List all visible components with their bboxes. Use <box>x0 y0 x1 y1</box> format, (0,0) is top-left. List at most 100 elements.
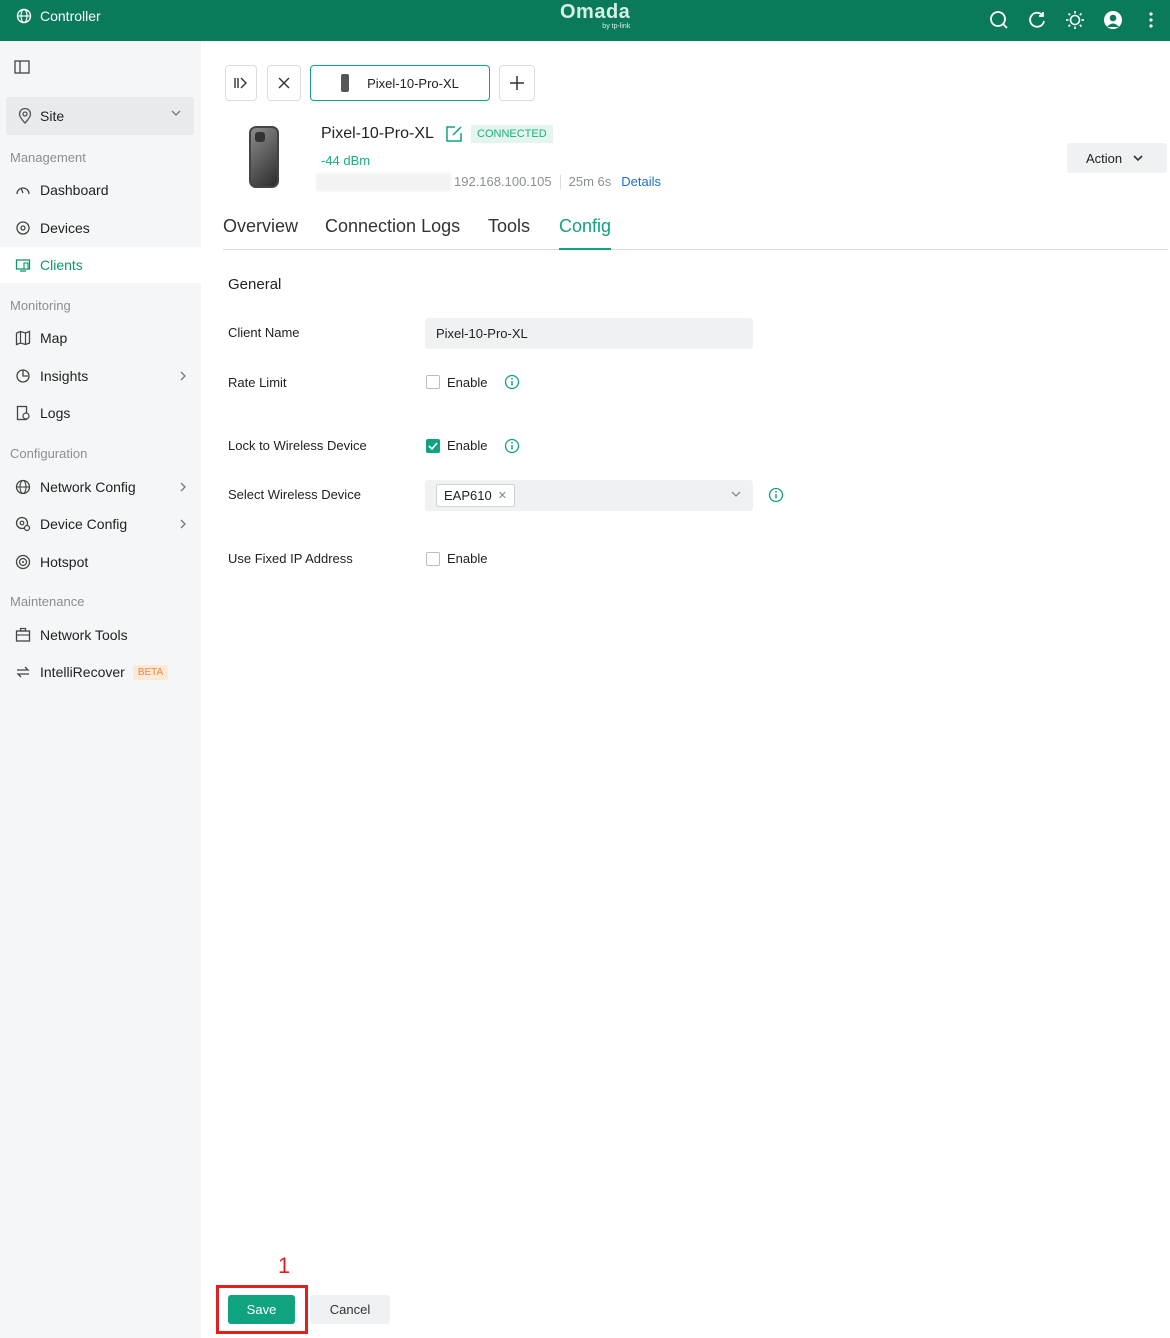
fixed-ip-enable-label: Enable <box>447 551 488 566</box>
avatar[interactable] <box>1094 5 1132 35</box>
add-tab-button[interactable] <box>499 65 535 101</box>
sidebar-item-hotspot[interactable]: Hotspot <box>0 544 201 580</box>
info-icon[interactable] <box>504 374 520 395</box>
sidebar-item-intellirecover[interactable]: IntelliRecover BETA <box>0 654 201 690</box>
rate-limit-checkbox[interactable] <box>426 375 440 389</box>
devices-icon <box>14 219 32 237</box>
selected-device-tag: EAP610 ✕ <box>436 484 515 507</box>
clients-icon <box>14 256 32 274</box>
globe-icon <box>16 8 32 24</box>
phone-icon <box>341 74 350 92</box>
sidebar-item-label: Network Config <box>40 479 136 495</box>
toolbox-icon <box>14 626 32 644</box>
main-content: Pixel-10-Pro-XL Pixel-10-Pro-XL CONNECTE… <box>201 41 1170 1338</box>
client-name: Pixel-10-Pro-XL <box>321 125 434 142</box>
insights-icon <box>14 367 32 385</box>
chevron-down-icon <box>171 110 181 116</box>
device-config-icon <box>14 515 32 533</box>
info-icon[interactable] <box>504 438 520 459</box>
beta-badge: BETA <box>132 664 169 680</box>
globe-icon <box>14 478 32 496</box>
more-icon[interactable] <box>1132 5 1170 35</box>
tab-overview[interactable]: Overview <box>223 216 298 250</box>
save-button[interactable]: Save <box>228 1295 295 1324</box>
fixed-ip-label: Use Fixed IP Address <box>228 551 353 566</box>
client-name-input[interactable]: Pixel-10-Pro-XL <box>425 318 753 349</box>
sidebar-item-dashboard[interactable]: Dashboard <box>0 172 201 208</box>
client-name-label: Client Name <box>228 325 300 340</box>
close-icon <box>278 77 290 89</box>
edit-icon[interactable] <box>445 125 463 148</box>
logo-text: Omada <box>560 1 631 23</box>
client-tab[interactable]: Pixel-10-Pro-XL <box>310 65 490 101</box>
theme-icon[interactable] <box>1056 5 1094 35</box>
search-icon[interactable] <box>980 5 1018 35</box>
lock-wireless-label: Lock to Wireless Device <box>228 438 367 453</box>
sidebar-item-clients[interactable]: Clients <box>0 247 201 283</box>
site-label: Site <box>40 108 65 124</box>
sidebar-item-label: Map <box>40 330 68 346</box>
dashboard-icon <box>14 181 32 199</box>
status-badge: CONNECTED <box>471 125 553 143</box>
ip-address: 192.168.100.105 <box>454 174 552 189</box>
detail-tabs: Overview Connection Logs Tools Config <box>223 216 1168 250</box>
sidebar: Site Management Dashboard Devices Client… <box>0 41 201 1338</box>
sidebar-toggle-icon[interactable] <box>14 60 30 79</box>
expand-icon <box>234 77 247 89</box>
annotation-number: 1 <box>278 1253 291 1278</box>
sidebar-item-label: Hotspot <box>40 554 89 570</box>
tab-config[interactable]: Config <box>559 216 612 250</box>
remove-tag-icon[interactable]: ✕ <box>498 489 507 502</box>
map-icon <box>14 329 32 347</box>
client-device-image <box>249 126 279 188</box>
wireless-device-select[interactable]: EAP610 ✕ <box>425 480 753 511</box>
close-button[interactable] <box>267 65 301 101</box>
action-dropdown[interactable]: Action <box>1067 143 1167 173</box>
site-select[interactable]: Site <box>6 97 194 135</box>
section-configuration: Configuration <box>10 446 88 461</box>
client-meta: 192.168.100.105 25m 6s Details <box>454 174 661 189</box>
section-maintenance: Maintenance <box>10 594 85 609</box>
lock-wireless-enable-label: Enable <box>447 438 488 453</box>
sidebar-item-label: Device Config <box>40 516 128 532</box>
refresh-icon[interactable] <box>1018 5 1056 35</box>
sidebar-item-label: Logs <box>40 405 71 421</box>
sidebar-item-insights[interactable]: Insights <box>0 358 201 394</box>
tab-connection-logs[interactable]: Connection Logs <box>325 216 460 250</box>
chevron-right-icon <box>180 519 186 529</box>
sidebar-item-device-config[interactable]: Device Config <box>0 506 201 542</box>
chevron-right-icon <box>180 371 186 381</box>
section-title: General <box>228 276 282 293</box>
info-icon[interactable] <box>768 487 784 508</box>
selected-device-label: EAP610 <box>444 488 492 503</box>
hotspot-icon <box>14 553 32 571</box>
lock-wireless-checkbox[interactable] <box>426 439 440 453</box>
chevron-right-icon <box>180 482 186 492</box>
sidebar-item-label: Dashboard <box>40 182 109 198</box>
location-icon <box>18 108 32 124</box>
sidebar-item-label: IntelliRecover <box>40 664 125 680</box>
recover-icon <box>14 663 32 681</box>
signal-strength: -44 dBm <box>321 153 371 168</box>
fixed-ip-checkbox[interactable] <box>426 552 440 566</box>
sidebar-item-network-config[interactable]: Network Config <box>0 469 201 505</box>
action-label: Action <box>1086 150 1123 166</box>
sidebar-item-logs[interactable]: Logs <box>0 395 201 431</box>
sidebar-item-network-tools[interactable]: Network Tools <box>0 617 201 653</box>
sidebar-item-label: Clients <box>40 257 83 273</box>
tab-tools[interactable]: Tools <box>488 216 530 250</box>
uptime: 25m 6s <box>568 174 612 189</box>
rate-limit-enable-label: Enable <box>447 375 488 390</box>
sidebar-item-map[interactable]: Map <box>0 320 201 356</box>
cancel-button[interactable]: Cancel <box>310 1295 390 1324</box>
logs-icon <box>14 404 32 422</box>
sidebar-item-devices[interactable]: Devices <box>0 210 201 246</box>
sidebar-item-label: Insights <box>40 368 89 384</box>
expand-panel-button[interactable] <box>225 65 257 101</box>
sidebar-item-label: Network Tools <box>40 627 128 643</box>
logo-sub: by tp-link <box>602 23 631 30</box>
select-wireless-label: Select Wireless Device <box>228 487 361 502</box>
details-link[interactable]: Details <box>621 174 661 189</box>
app-switcher[interactable]: Controller <box>16 8 101 24</box>
omada-logo: Omada by tp-link <box>560 1 630 31</box>
